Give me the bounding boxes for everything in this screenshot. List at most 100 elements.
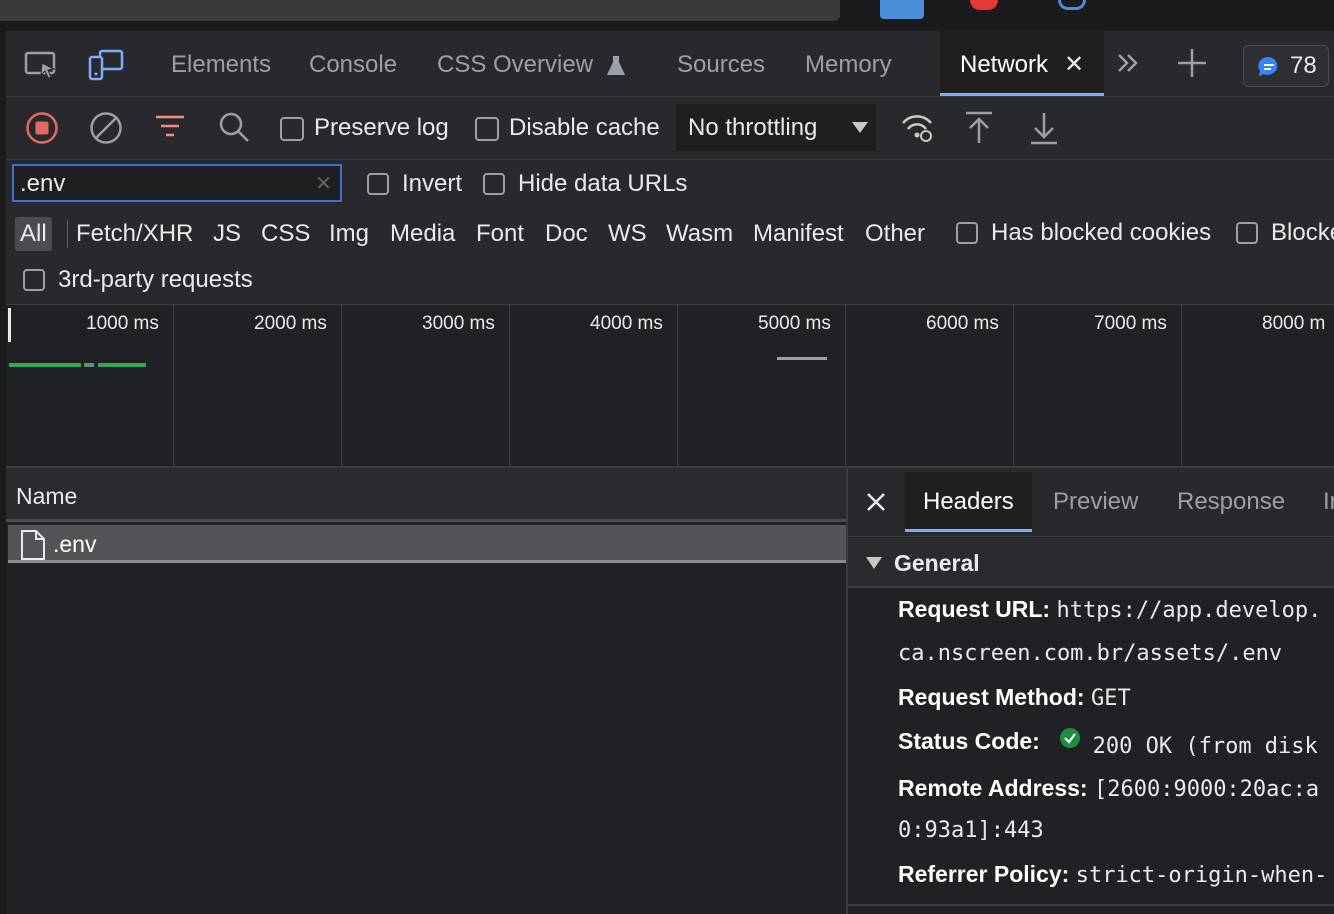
export-har-icon[interactable] <box>1029 111 1059 145</box>
gridline <box>341 305 342 466</box>
device-toolbar-icon[interactable] <box>88 49 124 81</box>
extension-red-icon[interactable] <box>970 0 998 10</box>
add-panel-icon[interactable] <box>1176 47 1208 79</box>
requests-pane: Name .env <box>6 468 848 914</box>
throttling-value: No throttling <box>688 114 818 141</box>
stop-recording-icon[interactable] <box>25 111 59 145</box>
search-icon[interactable] <box>218 111 250 143</box>
tab-response[interactable]: Response <box>1177 472 1285 532</box>
blocked-requests-checkbox[interactable] <box>1236 222 1258 244</box>
column-header-name[interactable]: Name <box>6 468 846 522</box>
active-tab-indicator <box>940 93 1105 96</box>
disable-cache-checkbox[interactable] <box>475 117 499 141</box>
details-tab-bar: Headers Preview Response Ir <box>848 468 1334 537</box>
timeline-tick: 4000 ms <box>590 313 663 334</box>
extension-blue-icon[interactable] <box>1058 0 1086 10</box>
clear-icon[interactable] <box>89 111 123 145</box>
filter-separator <box>67 220 68 248</box>
timeline-overview[interactable]: 1000 ms 2000 ms 3000 ms 4000 ms 5000 ms … <box>6 305 1334 468</box>
filter-bar: .env ✕ Invert Hide data URLs All Fetch/X… <box>6 160 1334 305</box>
filter-type-img[interactable]: Img <box>329 217 369 251</box>
timeline-tick: 1000 ms <box>86 313 159 334</box>
disable-cache-label: Disable cache <box>509 114 660 141</box>
status-code-label: Status Code: <box>898 728 1040 754</box>
tab-memory-label: Memory <box>805 51 892 78</box>
filter-type-ws[interactable]: WS <box>608 217 647 251</box>
request-method-label: Request Method: <box>898 684 1085 710</box>
tab-css-overview-label: CSS Overview <box>437 51 594 78</box>
message-icon <box>1258 56 1280 78</box>
close-tab-icon[interactable]: ✕ <box>1064 51 1084 78</box>
tab-console[interactable]: Console <box>309 31 397 96</box>
tab-initiator[interactable]: Ir <box>1323 472 1334 532</box>
timeline-request-bar <box>9 363 81 367</box>
tab-elements[interactable]: Elements <box>171 31 271 96</box>
request-url-label: Request URL: <box>898 596 1051 622</box>
column-header-name-label: Name <box>16 483 78 509</box>
issues-badge[interactable]: 78 <box>1243 45 1329 87</box>
inspect-element-icon[interactable] <box>24 49 58 79</box>
filter-type-all[interactable]: All <box>15 217 52 251</box>
gridline <box>509 305 510 466</box>
close-details-icon[interactable] <box>866 492 886 512</box>
filter-icon[interactable] <box>154 114 186 140</box>
more-tabs-icon[interactable] <box>1116 51 1140 75</box>
status-code-row: Status Code: 200 OK (from disk <box>898 728 1318 759</box>
timeline-request-bar <box>98 363 146 367</box>
filter-type-fetch-xhr[interactable]: Fetch/XHR <box>76 217 193 251</box>
timeline-handle[interactable] <box>8 308 11 342</box>
general-section-header[interactable]: General <box>848 538 1334 588</box>
document-icon <box>20 529 46 561</box>
filter-type-media[interactable]: Media <box>390 217 455 251</box>
tab-preview[interactable]: Preview <box>1053 472 1138 532</box>
gridline <box>845 305 846 466</box>
timeline-request-bar <box>777 357 827 360</box>
filter-type-font[interactable]: Font <box>476 217 524 251</box>
referrer-policy-value: strict-origin-when- <box>1075 863 1328 888</box>
filter-type-manifest[interactable]: Manifest <box>753 217 844 251</box>
filter-type-css[interactable]: CSS <box>261 217 310 251</box>
filter-type-wasm[interactable]: Wasm <box>666 217 733 251</box>
tab-network-label: Network <box>960 51 1049 78</box>
browser-toolbar-fragment <box>0 0 840 21</box>
triangle-down-icon <box>866 557 882 569</box>
request-name: .env <box>53 531 97 557</box>
filter-input[interactable]: .env ✕ <box>12 164 342 202</box>
extension-icon[interactable] <box>880 0 924 19</box>
referrer-policy-row: Referrer Policy: strict-origin-when- <box>898 861 1327 888</box>
has-blocked-cookies-checkbox[interactable] <box>956 222 978 244</box>
timeline-tick: 5000 ms <box>758 313 831 334</box>
filter-type-js[interactable]: JS <box>213 217 241 251</box>
timeline-request-bar <box>84 363 94 367</box>
third-party-checkbox[interactable] <box>23 269 45 291</box>
timeline-tick: 2000 ms <box>254 313 327 334</box>
throttling-select[interactable]: No throttling <box>676 104 876 151</box>
filter-type-doc[interactable]: Doc <box>545 217 588 251</box>
request-url-value-cont: ca.nscreen.com.br/assets/.env <box>898 641 1283 666</box>
tab-sources-label: Sources <box>677 51 766 78</box>
request-details-pane: Headers Preview Response Ir General Requ… <box>848 468 1334 914</box>
tab-css-overview[interactable]: CSS Overview <box>437 31 626 96</box>
filter-input-value: .env <box>20 170 66 197</box>
chevron-down-icon <box>852 122 868 133</box>
has-blocked-cookies-label: Has blocked cookies <box>991 219 1212 246</box>
blocked-requests-label: Blocke <box>1271 219 1334 246</box>
tab-headers[interactable]: Headers <box>905 472 1032 532</box>
filter-type-other[interactable]: Other <box>865 217 925 251</box>
invert-checkbox[interactable] <box>367 173 389 195</box>
issues-count: 78 <box>1290 52 1317 79</box>
hide-data-urls-checkbox[interactable] <box>483 173 505 195</box>
table-row[interactable]: .env <box>8 525 846 563</box>
tab-memory[interactable]: Memory <box>805 31 892 96</box>
network-conditions-icon[interactable] <box>900 113 934 143</box>
tab-sources[interactable]: Sources <box>677 31 765 96</box>
tab-console-label: Console <box>309 51 398 78</box>
clear-filter-icon[interactable]: ✕ <box>315 166 332 202</box>
hide-data-urls-label: Hide data URLs <box>518 170 688 197</box>
preserve-log-checkbox[interactable] <box>280 117 304 141</box>
import-har-icon[interactable] <box>964 111 994 145</box>
third-party-label: 3rd-party requests <box>58 266 253 293</box>
remote-address-value-cont: 0:93a1]:443 <box>898 818 1044 843</box>
tab-network[interactable]: Network ✕ <box>940 31 1105 96</box>
gridline <box>1013 305 1014 466</box>
